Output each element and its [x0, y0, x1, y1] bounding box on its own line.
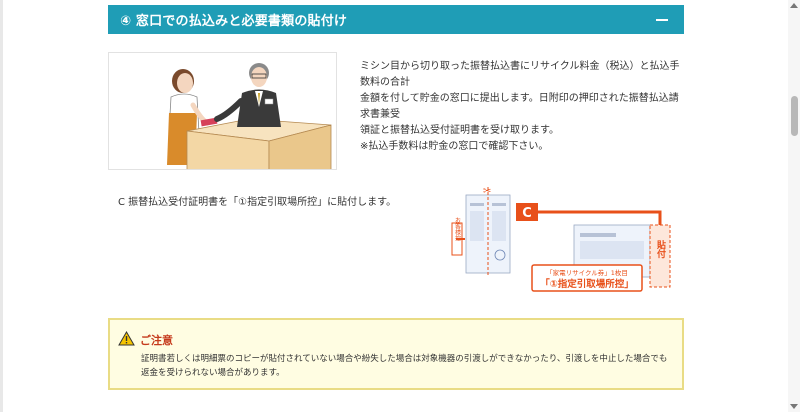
- stamp-label: 貼付: [655, 239, 667, 259]
- caption-small: 「家電リサイクル券」1枚目: [546, 268, 628, 277]
- payment-description: ミシン目から切り取った振替払込書にリサイクル料金（税込）と払込手数料の合計 金額…: [360, 59, 686, 155]
- description-note: ※払込手数料は貯金の窓口で確認下さい。: [360, 141, 549, 152]
- warning-icon: [118, 331, 135, 346]
- section-header[interactable]: ④ 窓口での払込みと必要書類の貼付け: [108, 5, 684, 34]
- description-line: 金額を付して貯金の窓口に提出します。日附印の押印された振替払込請求書兼受: [360, 93, 679, 120]
- scroll-thumb[interactable]: [791, 96, 798, 136]
- scroll-down-icon[interactable]: [790, 404, 798, 409]
- caption-large: 「①指定引取場所控」: [540, 278, 634, 290]
- attach-diagram: ✂ お客様控 C 貼付 「家電リサイクル券」1枚目 「①指定引取場所控」: [448, 183, 683, 293]
- notice-title: ご注意: [140, 334, 173, 347]
- notice-text: 証明書若しくは明細票のコピーが貼付されていない場合や紛失した場合は対象機器の引渡…: [141, 354, 668, 378]
- section-title: ④ 窓口での払込みと必要書類の貼付け: [120, 14, 348, 29]
- notice-box: ご注意 証明書若しくは明細票のコピーが貼付されていない場合や紛失した場合は対象機…: [108, 318, 684, 390]
- badge-c-label: C: [522, 206, 532, 221]
- counter-illustration: [108, 52, 337, 170]
- scrollbar[interactable]: [788, 0, 800, 412]
- step-c-text: C 振替払込受付証明書を「①指定引取場所控」に貼付します。: [118, 197, 397, 208]
- post-office-counter-image: [167, 63, 332, 169]
- scissors-icon: ✂: [483, 186, 491, 197]
- description-line: ミシン目から切り取った振替払込書にリサイクル料金（税込）と払込手数料の合計: [360, 61, 680, 88]
- left-edge: [0, 0, 3, 412]
- description-line: 領証と振替払込受付証明書を受け取ります。: [360, 125, 559, 136]
- minus-icon[interactable]: [656, 18, 668, 21]
- scroll-up-icon[interactable]: [790, 3, 798, 8]
